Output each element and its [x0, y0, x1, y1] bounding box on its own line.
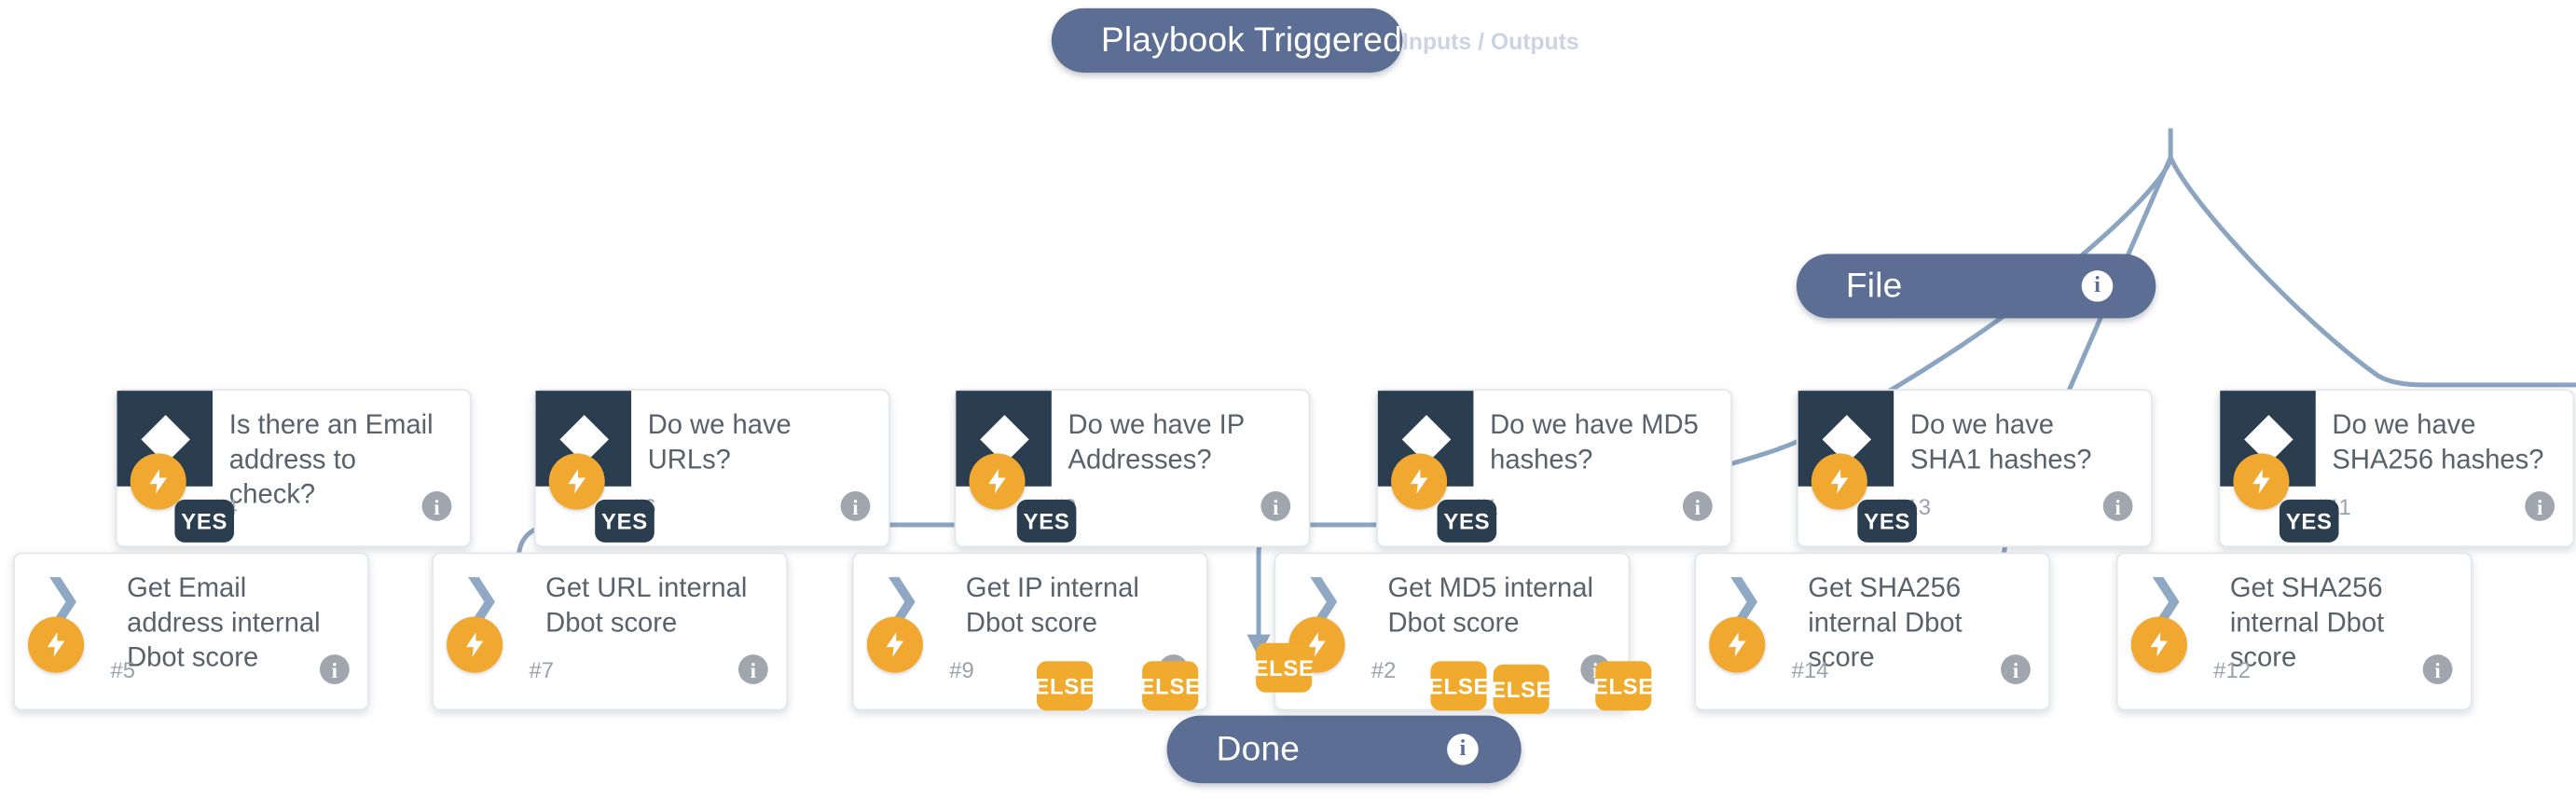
info-icon[interactable]: i: [1682, 491, 1713, 521]
playbook-canvas: Playbook Triggered Inputs / Outputs File…: [0, 0, 2576, 798]
bolt-icon: [1391, 453, 1448, 510]
bolt-icon: [969, 453, 1026, 510]
task-number: #5: [110, 657, 136, 683]
condition-node[interactable]: Is there an Email address to check? #4 i: [115, 389, 472, 548]
condition-node[interactable]: Do we have SHA1 hashes? #13 i: [1796, 389, 2153, 548]
file-group-node[interactable]: File i: [1796, 254, 2156, 319]
condition-title: Do we have SHA1 hashes?: [1909, 410, 2092, 475]
file-group-title: File: [1845, 266, 1903, 305]
condition-node[interactable]: Do we have MD5 hashes? #1 i: [1376, 389, 1732, 548]
task-node[interactable]: ❯ Get SHA256 internal Dbot score #12 i: [2115, 552, 2473, 711]
branch-label-else[interactable]: ELSE: [1254, 642, 1314, 693]
task-number: #14: [1791, 657, 1829, 683]
condition-title: Do we have URLs?: [647, 410, 792, 475]
condition-title: Do we have MD5 hashes?: [1490, 410, 1699, 475]
task-number: #2: [1371, 657, 1397, 683]
bolt-icon: [28, 616, 85, 673]
task-node[interactable]: ❯ Get URL internal Dbot score #7 i: [432, 552, 789, 711]
done-info-icon[interactable]: i: [1447, 734, 1479, 765]
info-icon[interactable]: i: [2422, 654, 2453, 684]
branch-label-yes[interactable]: YES: [174, 499, 235, 543]
done-title: Done: [1216, 729, 1301, 768]
info-icon[interactable]: i: [2001, 654, 2031, 684]
task-node[interactable]: ❯ Get SHA256 internal Dbot score #14 i: [1694, 552, 2051, 711]
info-icon[interactable]: i: [421, 491, 452, 521]
bolt-icon: [1811, 453, 1867, 510]
condition-node[interactable]: Do we have IP Addresses? #8 i: [954, 389, 1311, 548]
branch-label-else[interactable]: ELSE: [1140, 661, 1200, 711]
info-icon[interactable]: i: [737, 654, 768, 684]
branch-label-yes[interactable]: YES: [1437, 499, 1497, 543]
bolt-icon: [1709, 616, 1766, 673]
task-title: Get URL internal Dbot score: [545, 573, 748, 639]
branch-label-else[interactable]: ELSE: [1034, 661, 1095, 711]
bolt-icon: [548, 453, 605, 510]
info-icon[interactable]: i: [2102, 491, 2133, 521]
task-title: Get IP internal Dbot score: [965, 573, 1139, 639]
done-node[interactable]: Done i: [1166, 715, 1522, 784]
condition-node[interactable]: Do we have SHA256 hashes? #11 i: [2218, 389, 2575, 548]
task-node[interactable]: ❯ Get Email address internal Dbot score …: [13, 552, 369, 711]
condition-title: Do we have IP Addresses?: [1068, 410, 1245, 475]
file-info-icon[interactable]: i: [2081, 270, 2114, 302]
branch-label-yes[interactable]: YES: [595, 499, 654, 543]
info-icon[interactable]: i: [319, 654, 350, 684]
task-title: Get MD5 internal Dbot score: [1387, 573, 1593, 639]
branch-label-else[interactable]: ELSE: [1491, 664, 1551, 714]
playbook-triggered-node[interactable]: Playbook Triggered Inputs / Outputs: [1051, 7, 1579, 73]
branch-label-yes[interactable]: YES: [1857, 499, 1917, 543]
bolt-icon: [866, 616, 923, 673]
branch-label-yes[interactable]: YES: [2279, 499, 2339, 543]
bolt-icon: [2233, 453, 2290, 510]
task-number: #9: [949, 657, 974, 683]
info-icon[interactable]: i: [1260, 491, 1291, 521]
task-number: #12: [2213, 657, 2251, 683]
playbook-triggered-title: Playbook Triggered: [1100, 21, 1402, 59]
info-icon[interactable]: i: [2525, 491, 2555, 521]
condition-node[interactable]: Do we have URLs? #6 i: [533, 389, 890, 548]
bolt-icon: [2130, 616, 2187, 673]
task-number: #7: [529, 657, 555, 683]
branch-label-else[interactable]: ELSE: [1428, 661, 1488, 711]
inputs-outputs-link[interactable]: Inputs / Outputs: [1402, 27, 1579, 53]
condition-title: Do we have SHA256 hashes?: [2332, 410, 2544, 475]
branch-label-else[interactable]: ELSE: [1593, 661, 1653, 711]
info-icon[interactable]: i: [840, 491, 871, 521]
bolt-icon: [447, 616, 503, 673]
branch-label-yes[interactable]: YES: [1016, 499, 1077, 543]
